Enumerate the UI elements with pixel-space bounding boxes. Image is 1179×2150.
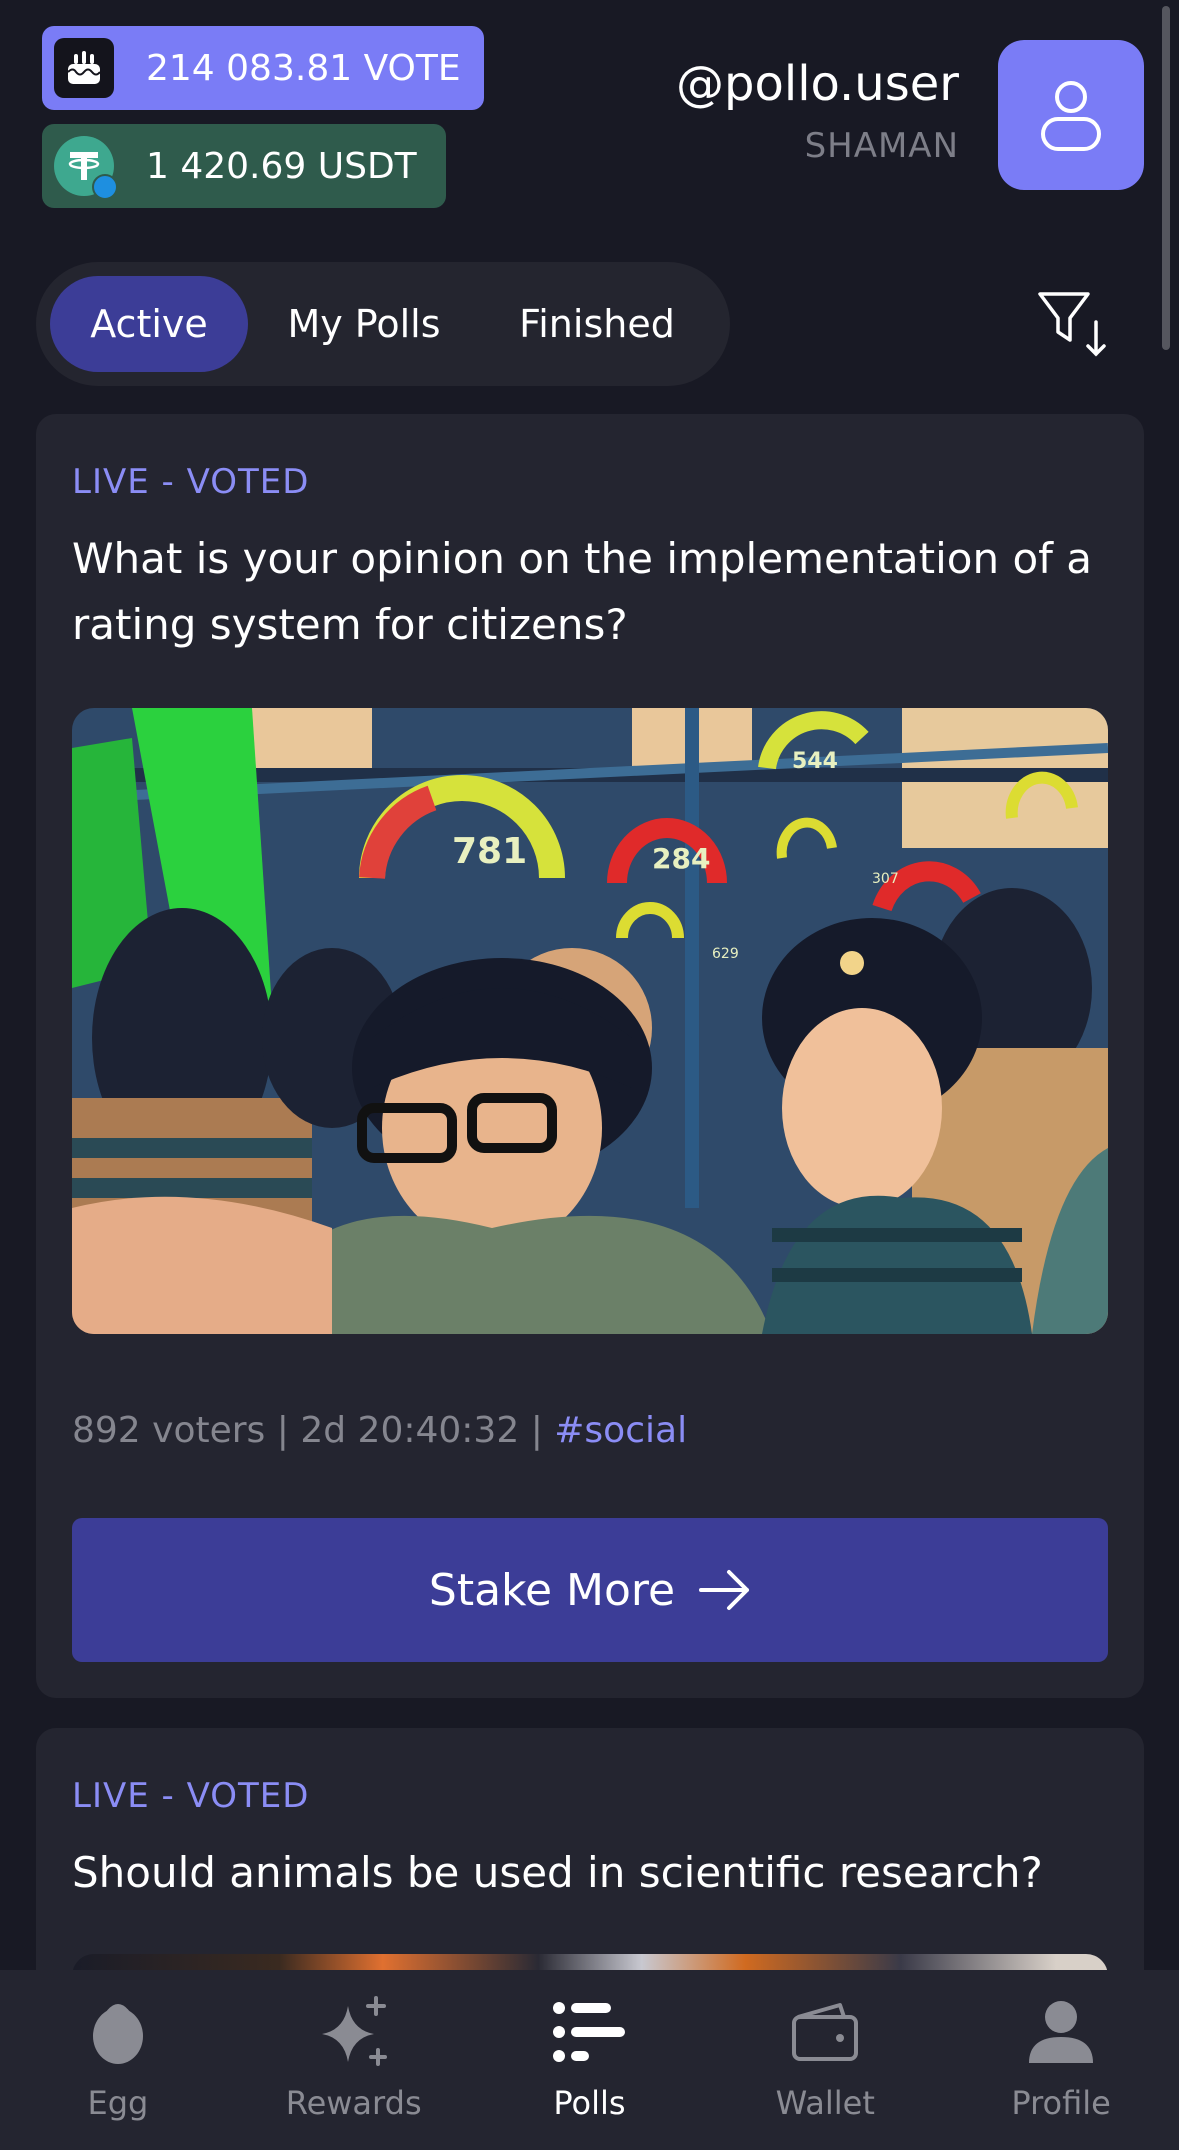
usdt-balance: 1 420.69 USDT xyxy=(146,145,417,187)
poll-card[interactable]: LIVE - VOTED What is your opinion on the… xyxy=(36,414,1144,1698)
poll-meta: 892 voters | 2d 20:40:32 | #social xyxy=(72,1410,687,1451)
poll-tabs: Active My Polls Finished xyxy=(36,262,730,386)
tether-icon xyxy=(54,136,118,200)
sparkle-icon xyxy=(314,1992,394,2072)
poll-status: LIVE - VOTED xyxy=(72,1776,310,1816)
nav-label: Profile xyxy=(1011,2084,1111,2122)
filter-icon xyxy=(1038,292,1106,357)
time-remaining: 2d 20:40:32 xyxy=(300,1410,520,1451)
nav-rewards[interactable]: Rewards xyxy=(254,1970,454,2150)
scrollbar[interactable] xyxy=(1162,6,1170,350)
profile-avatar-button[interactable] xyxy=(998,40,1144,190)
egg-icon xyxy=(78,1992,158,2072)
user-outline-icon xyxy=(1041,81,1101,151)
stake-more-button[interactable]: Stake More xyxy=(72,1518,1108,1662)
nav-egg[interactable]: Egg xyxy=(18,1970,218,2150)
vote-balance-pill[interactable]: 214 083.81 VOTE xyxy=(42,26,484,110)
score-781: 781 xyxy=(452,831,527,872)
user-rank: SHAMAN xyxy=(804,126,959,166)
nav-label: Egg xyxy=(87,2084,149,2122)
filter-sort-button[interactable] xyxy=(1036,288,1108,360)
score-544: 544 xyxy=(792,749,838,774)
polls-icon xyxy=(549,1992,629,2072)
nav-wallet[interactable]: Wallet xyxy=(725,1970,925,2150)
score-284: 284 xyxy=(652,842,710,875)
nav-polls[interactable]: Polls xyxy=(489,1970,689,2150)
score-307: 307 xyxy=(872,871,899,887)
poll-question: What is your opinion on the implementati… xyxy=(72,534,1093,649)
cake-icon xyxy=(54,38,114,98)
tab-active[interactable]: Active xyxy=(50,276,248,372)
poll-tag[interactable]: #social xyxy=(554,1410,687,1451)
usdt-balance-pill[interactable]: 1 420.69 USDT xyxy=(42,124,446,208)
tab-my-polls[interactable]: My Polls xyxy=(248,276,480,372)
vote-balance: 214 083.81 VOTE xyxy=(146,47,461,89)
score-629: 629 xyxy=(712,946,739,962)
tab-finished[interactable]: Finished xyxy=(480,276,714,372)
meta-separator: | xyxy=(276,1410,301,1451)
poll-image: 781 284 544 629 307 xyxy=(72,708,1108,1334)
meta-separator: | xyxy=(530,1410,555,1451)
nav-profile[interactable]: Profile xyxy=(961,1970,1161,2150)
nav-label: Polls xyxy=(553,2084,626,2122)
person-icon xyxy=(1021,1992,1101,2072)
poll-status: LIVE - VOTED xyxy=(72,462,310,502)
username: @pollo.user xyxy=(676,56,959,112)
arrow-right-icon xyxy=(699,1570,750,1610)
stake-more-label: Stake More xyxy=(428,1564,676,1616)
wallet-icon xyxy=(785,1992,865,2072)
bottom-nav: Egg Rewards Polls Wallet Profile xyxy=(0,1970,1179,2150)
ton-badge-icon xyxy=(92,174,118,200)
nav-label: Rewards xyxy=(285,2084,422,2122)
nav-label: Wallet xyxy=(775,2084,875,2122)
poll-question: Should animals be used in scientific res… xyxy=(72,1848,1043,1897)
voter-count: 892 voters xyxy=(72,1410,266,1451)
